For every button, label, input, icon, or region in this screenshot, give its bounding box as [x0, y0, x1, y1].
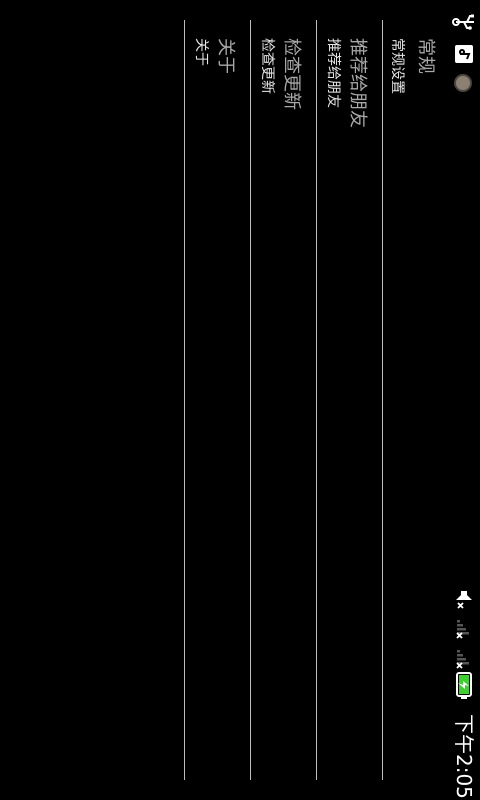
status-time: 下午2:05: [452, 714, 476, 799]
battery-charging-icon: [456, 672, 472, 699]
settings-item-subtitle: 关于: [193, 38, 209, 66]
divider: [382, 20, 383, 780]
settings-item-title: 检查更新: [281, 38, 302, 110]
usb-icon: [452, 14, 474, 30]
signal-icon: [456, 650, 469, 669]
settings-item-recommend[interactable]: [318, 20, 382, 780]
volume-mute-icon: [456, 591, 472, 609]
sync-icon: [454, 74, 472, 92]
settings-item-about[interactable]: [186, 20, 250, 780]
settings-item-subtitle: 推荐给朋友: [325, 38, 341, 108]
status-bar: 下午2:05: [448, 0, 480, 800]
divider: [316, 20, 317, 780]
settings-item-title: 常规: [415, 38, 436, 74]
settings-item-subtitle: 常规设置: [389, 38, 405, 94]
settings-item-subtitle: 检查更新: [259, 38, 275, 94]
settings-item-check-update[interactable]: [252, 20, 316, 780]
settings-item-title: 推荐给朋友: [347, 38, 368, 128]
divider: [250, 20, 251, 780]
settings-item-title: 关于: [215, 38, 236, 74]
media-icon: [455, 45, 473, 63]
settings-item-general[interactable]: [384, 20, 448, 780]
settings-list: 常规 常规设置 推荐给朋友 推荐给朋友 检查更新 检查更新 关于 关于: [0, 0, 448, 800]
divider: [184, 20, 185, 780]
signal-icon: [456, 620, 469, 639]
